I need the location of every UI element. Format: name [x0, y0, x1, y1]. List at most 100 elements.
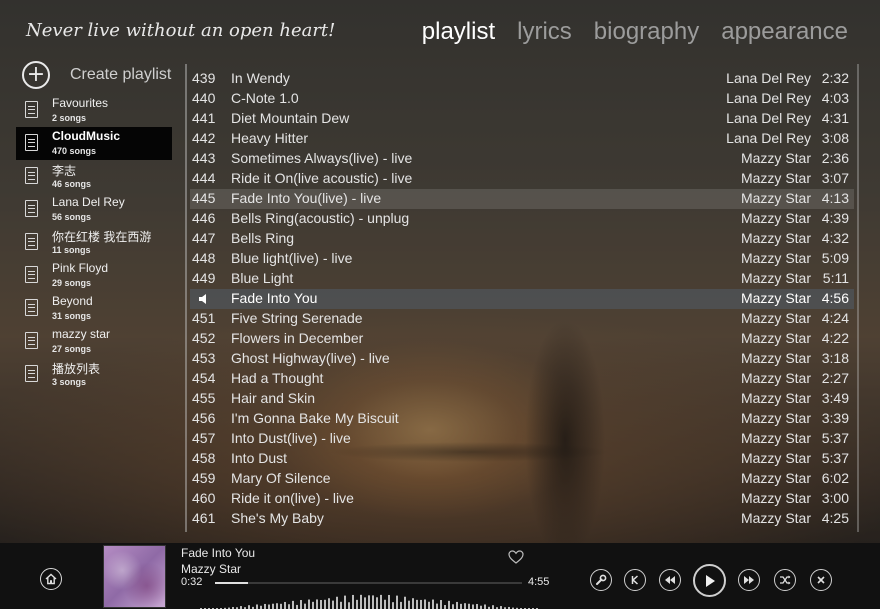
tab-lyrics[interactable]: lyrics [517, 18, 572, 46]
sidebar-playlist-item[interactable]: mazzy star 27 songs [16, 325, 172, 358]
track-row[interactable]: 445 Fade Into You(live) - live Mazzy Star 4… [190, 189, 854, 209]
play-icon [705, 574, 715, 587]
sidebar-playlist-item[interactable]: 李志 46 songs [16, 160, 172, 193]
track-row[interactable]: 447 Bells Ring Mazzy Star 4:32 [190, 229, 854, 249]
track-duration: 3:07 [821, 170, 849, 186]
spectrum-bar [428, 601, 430, 609]
track-duration: 2:27 [821, 370, 849, 386]
track-row[interactable]: 440 C-Note 1.0 Lana Del Rey 4:03 [190, 89, 854, 109]
track-row[interactable]: 455 Hair and Skin Mazzy Star 3:49 [190, 389, 854, 409]
track-artist: Mazzy Star [740, 450, 811, 466]
spectrum-bar [424, 599, 426, 609]
spectrum-bar [364, 597, 366, 609]
track-artist: Mazzy Star [740, 470, 811, 486]
play-button[interactable] [693, 564, 726, 597]
wrench-icon [596, 574, 607, 585]
track-row[interactable]: 457 Into Dust(live) - live Mazzy Star 5:37 [190, 429, 854, 449]
track-artist: Mazzy Star [740, 390, 811, 406]
track-title: Fade Into You [231, 290, 318, 306]
track-row[interactable]: 459 Mary Of Silence Mazzy Star 6:02 [190, 469, 854, 489]
spectrum-bar [476, 603, 478, 609]
track-artist: Mazzy Star [740, 370, 811, 386]
playlist-count: 46 songs [52, 179, 92, 189]
track-row[interactable]: 456 I'm Gonna Bake My Biscuit Mazzy Star 3:… [190, 409, 854, 429]
track-row[interactable]: 458 Into Dust Mazzy Star 5:37 [190, 449, 854, 469]
spectrum-bar [436, 603, 438, 609]
spectrum-bar [440, 600, 442, 609]
sidebar-playlist-item[interactable]: Pink Floyd 29 songs [16, 259, 172, 292]
tab-playlist[interactable]: playlist [422, 18, 495, 46]
track-row[interactable]: 449 Blue Light Mazzy Star 5:11 [190, 269, 854, 289]
plus-icon: + [22, 61, 50, 89]
shuffle-button[interactable] [774, 569, 796, 591]
sidebar-playlist-item[interactable]: Lana Del Rey 56 songs [16, 193, 172, 226]
spectrum-bar [356, 599, 358, 609]
heart-icon[interactable] [508, 549, 524, 565]
track-number: 449 [192, 270, 216, 286]
track-row[interactable]: 448 Blue light(live) - live Mazzy Star 5:09 [190, 249, 854, 269]
document-icon [25, 134, 38, 151]
track-duration: 5:09 [821, 250, 849, 266]
playlist-count: 27 songs [52, 344, 92, 354]
total-time: 4:55 [528, 576, 550, 588]
track-number: 440 [192, 90, 216, 106]
track-row-playing[interactable]: Fade Into You Mazzy Star 4:56 [190, 289, 854, 309]
scrollbar-track[interactable] [857, 64, 859, 532]
track-duration: 4:39 [821, 210, 849, 226]
track-row[interactable]: 453 Ghost Highway(live) - live Mazzy Star 3… [190, 349, 854, 369]
spectrum-bar [340, 601, 342, 609]
track-row[interactable]: 461 She's My Baby Mazzy Star 4:25 [190, 509, 854, 529]
sidebar-playlist-item[interactable]: Beyond 31 songs [16, 292, 172, 325]
home-button[interactable] [40, 568, 62, 590]
next-button[interactable] [738, 569, 760, 591]
tab-biography[interactable]: biography [594, 18, 699, 46]
close-button[interactable] [810, 569, 832, 591]
tab-appearance[interactable]: appearance [721, 18, 848, 46]
document-icon [25, 167, 38, 184]
track-row[interactable]: 446 Bells Ring(acoustic) - unplug Mazzy St… [190, 209, 854, 229]
track-artist: Mazzy Star [740, 290, 811, 306]
k-button[interactable] [624, 569, 646, 591]
track-row[interactable]: 441 Diet Mountain Dew Lana Del Rey 4:31 [190, 109, 854, 129]
track-row[interactable]: 444 Ride it On(live acoustic) - live Mazzy… [190, 169, 854, 189]
track-row[interactable]: 443 Sometimes Always(live) - live Mazzy St… [190, 149, 854, 169]
view-tabs: playlist lyrics biography appearance [422, 18, 848, 46]
progress-fill [215, 582, 249, 584]
playlist-sidebar: Favourites 2 songs CloudMusic 470 songs 李志 46… [16, 94, 172, 391]
track-title: Had a Thought [231, 370, 324, 386]
track-row[interactable]: 454 Had a Thought Mazzy Star 2:27 [190, 369, 854, 389]
track-duration: 3:08 [821, 130, 849, 146]
track-artist: Mazzy Star [740, 310, 811, 326]
track-duration: 6:02 [821, 470, 849, 486]
close-icon [817, 576, 825, 584]
spectrum-bar [408, 600, 410, 609]
track-row[interactable]: 442 Heavy Hitter Lana Del Rey 3:08 [190, 129, 854, 149]
sidebar-playlist-item[interactable]: 播放列表 3 songs [16, 358, 172, 391]
sidebar-playlist-item[interactable]: Favourites 2 songs [16, 94, 172, 127]
track-title: She's My Baby [231, 510, 324, 526]
track-duration: 3:49 [821, 390, 849, 406]
track-list: 439 In Wendy Lana Del Rey 2:32 440 C-Note 1.0… [190, 69, 854, 529]
album-cover[interactable] [103, 545, 166, 608]
spectrum-bar [280, 603, 282, 609]
progress-bar[interactable] [215, 582, 522, 584]
spectrum-bar [268, 604, 270, 609]
settings-button[interactable] [590, 569, 612, 591]
player-bar: Fade Into You Mazzy Star 0:32 4:55 [0, 543, 880, 609]
track-title: Sometimes Always(live) - live [231, 150, 413, 166]
track-row[interactable]: 451 Five String Serenade Mazzy Star 4:24 [190, 309, 854, 329]
sidebar-playlist-item[interactable]: 你在红楼 我在西游 11 songs [16, 226, 172, 259]
track-number: 454 [192, 370, 216, 386]
playlist-name: 李志 [52, 164, 77, 178]
track-duration: 4:25 [821, 510, 849, 526]
track-row[interactable]: 439 In Wendy Lana Del Rey 2:32 [190, 69, 854, 89]
track-row[interactable]: 460 Ride it on(live) - live Mazzy Star 3:00 [190, 489, 854, 509]
spectrum-bar [312, 601, 314, 609]
playlist-count: 11 songs [52, 245, 91, 255]
previous-button[interactable] [659, 569, 681, 591]
create-playlist-button[interactable]: + Create playlist [22, 61, 171, 89]
track-duration: 3:18 [821, 350, 849, 366]
track-title: Ride it on(live) - live [231, 490, 354, 506]
track-row[interactable]: 452 Flowers in December Mazzy Star 4:22 [190, 329, 854, 349]
sidebar-playlist-item[interactable]: CloudMusic 470 songs [16, 127, 172, 160]
